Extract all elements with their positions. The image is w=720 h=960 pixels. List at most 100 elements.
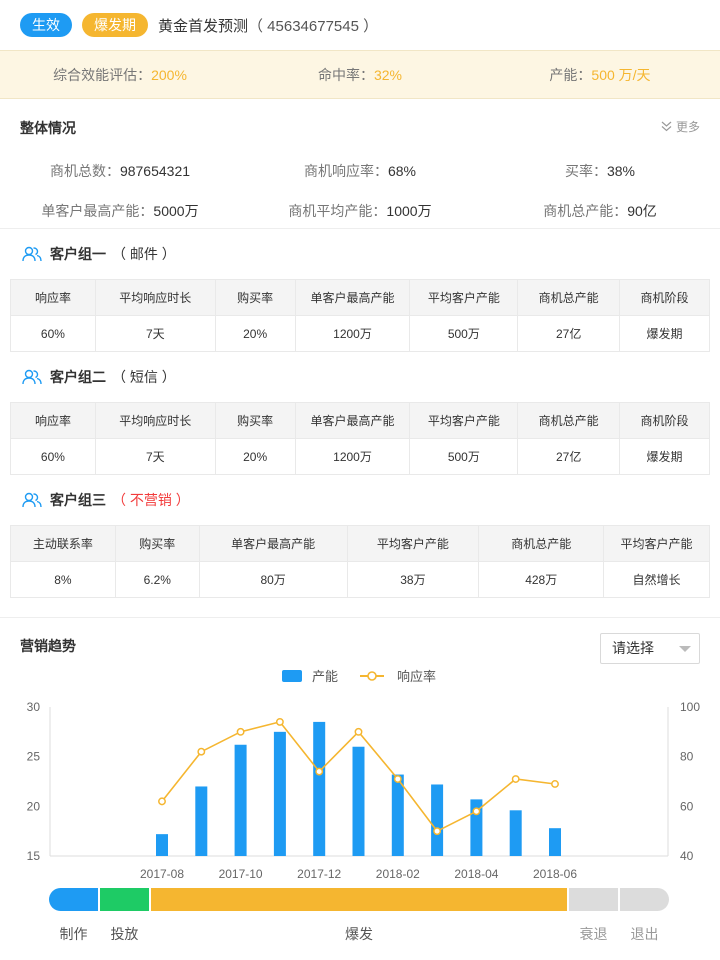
- table-cell: 60%: [10, 438, 96, 475]
- bar: [391, 774, 404, 856]
- x-tick-label: 2017-08: [140, 867, 184, 881]
- column-header: 响应率: [10, 279, 96, 316]
- column-header: 平均响应时长: [94, 402, 216, 439]
- table-cell: 27亿: [517, 438, 621, 475]
- column-header: 商机阶段: [619, 279, 710, 316]
- line-point: [275, 717, 284, 726]
- stat-grid: 商机总数：987654321 商机响应率：68% 买率：38% 单客户最高产能：…: [0, 151, 720, 231]
- summary-value: 500 万/天: [591, 66, 651, 83]
- status-badge-active: 生效: [20, 13, 72, 37]
- stat-avg-capacity: 商机平均产能：1000万: [288, 203, 432, 219]
- page-title-text: 黄金首发预测: [158, 17, 249, 35]
- phase-segment: [99, 888, 149, 911]
- table-cell: 爆发期: [619, 315, 710, 352]
- line-point: [393, 775, 402, 783]
- table-cell: 1200万: [294, 315, 411, 352]
- group-title: 客户组一: [50, 246, 106, 262]
- trend-title: 营销趋势: [20, 638, 76, 654]
- table-header-row: 响应率 平均响应时长 购买率 单客户最高产能 平均客户产能 商机总产能 商机阶段: [10, 402, 710, 439]
- line-point: [354, 727, 363, 736]
- group-title: 客户组三: [50, 492, 106, 508]
- bar: [352, 746, 365, 856]
- column-header: 商机总产能: [478, 525, 605, 562]
- bar: [549, 828, 561, 856]
- column-header: 单客户最高产能: [294, 402, 411, 439]
- group-1-header: 客户组一 （ 邮件 ）: [0, 229, 720, 279]
- phase-label: 投放: [110, 926, 139, 942]
- overall-section: 整体情况 更多 商机总数：987654321 商机响应率：68% 买率：38% …: [0, 99, 720, 229]
- bar: [313, 721, 326, 856]
- group-title: 客户组二: [50, 369, 106, 385]
- phase-segment: [49, 888, 98, 911]
- x-tick-label: 2017-12: [297, 867, 341, 881]
- y-tick-label-right: 100: [680, 700, 700, 714]
- summary-item-efficiency: 综合效能评估：200%: [0, 65, 240, 85]
- line-point: [197, 747, 206, 756]
- summary-item-hit-rate: 命中率：32%: [240, 65, 480, 85]
- legend-label: 产能: [312, 669, 338, 684]
- users-icon: [22, 492, 42, 508]
- table-cell: 7天: [94, 438, 216, 475]
- group-2-table: 响应率 平均响应时长 购买率 单客户最高产能 平均客户产能 商机总产能 商机阶段…: [10, 402, 710, 475]
- legend-swatch-marker: [367, 671, 377, 681]
- x-tick-label: 2018-04: [454, 867, 498, 881]
- page: 生效 爆发期 黄金首发预测（ 45634677545 ） 综合效能评估：200%…: [0, 0, 720, 960]
- table-cell: 428万: [478, 561, 605, 598]
- phase-segment: [569, 888, 619, 911]
- bar: [509, 810, 522, 856]
- column-header: 商机阶段: [619, 402, 710, 439]
- double-chevron-down-icon: [661, 121, 672, 132]
- summary-band: 综合效能评估：200% 命中率：32% 产能：500 万/天: [0, 50, 720, 99]
- summary-label: 命中率：: [317, 66, 374, 83]
- bar: [431, 784, 444, 856]
- stat-response-rate: 商机响应率：68%: [303, 163, 417, 179]
- y-tick-label-right: 40: [680, 849, 694, 863]
- group-channel: （ 不营销 ）: [112, 492, 190, 508]
- users-icon: [22, 369, 42, 385]
- column-header: 平均响应时长: [94, 279, 216, 316]
- table-header-row: 主动联系率 购买率 单客户最高产能 平均客户产能 商机总产能 平均客户产能: [10, 525, 710, 562]
- table-cell: 20%: [214, 438, 296, 475]
- table-cell: 60%: [10, 315, 96, 352]
- column-header: 购买率: [214, 279, 296, 316]
- table-row: 60% 7天 20% 1200万 500万 27亿 爆发期: [10, 315, 710, 352]
- table-cell: 500万: [409, 438, 519, 475]
- table-cell: 27亿: [517, 315, 621, 352]
- table-cell: 20%: [214, 315, 296, 352]
- table-cell: 自然增长: [603, 561, 710, 598]
- column-header: 单客户最高产能: [198, 525, 348, 562]
- line-point: [158, 797, 166, 806]
- column-header: 商机总产能: [517, 402, 621, 439]
- y-tick-label-left: 25: [27, 750, 41, 764]
- section-divider: [0, 598, 720, 618]
- column-header: 主动联系率: [10, 525, 116, 562]
- y-tick-label-right: 80: [680, 750, 694, 764]
- column-header: 单客户最高产能: [294, 279, 411, 316]
- summary-value: 32%: [373, 66, 403, 83]
- summary-label: 产能：: [549, 66, 592, 83]
- status-badge-phase: 爆发期: [82, 13, 148, 37]
- line-point: [472, 807, 481, 816]
- bar: [156, 834, 168, 856]
- group-3-table: 主动联系率 购买率 单客户最高产能 平均客户产能 商机总产能 平均客户产能 8%…: [10, 525, 710, 598]
- group-1-table: 响应率 平均响应时长 购买率 单客户最高产能 平均客户产能 商机总产能 商机阶段…: [10, 279, 710, 352]
- line-point: [236, 727, 245, 736]
- table-row: 8% 6.2% 80万 38万 428万 自然增长: [10, 561, 710, 598]
- page-title-id: （ 45634677545 ）: [248, 17, 379, 35]
- trend-chart: 产能 响应率 15 20 25 30 40 60 80 100 2017-08 2017-10 2017…: [27, 669, 701, 881]
- phase-label: 退出: [630, 926, 659, 942]
- bar: [234, 744, 247, 856]
- more-button[interactable]: 更多: [661, 118, 700, 135]
- column-header: 购买率: [114, 525, 200, 562]
- y-tick-label-left: 15: [27, 849, 41, 863]
- legend-label: 响应率: [397, 669, 436, 684]
- phase-bar: [49, 888, 669, 911]
- stat-total-leads: 商机总数：987654321: [49, 163, 191, 179]
- stat-max-capacity: 单客户最高产能：5000万: [41, 203, 199, 219]
- more-label: 更多: [675, 120, 700, 134]
- column-header: 平均客户产能: [346, 525, 480, 562]
- table-cell: 6.2%: [114, 561, 200, 598]
- column-header: 商机总产能: [517, 279, 621, 316]
- bar: [273, 731, 286, 856]
- column-header: 平均客户产能: [603, 525, 710, 562]
